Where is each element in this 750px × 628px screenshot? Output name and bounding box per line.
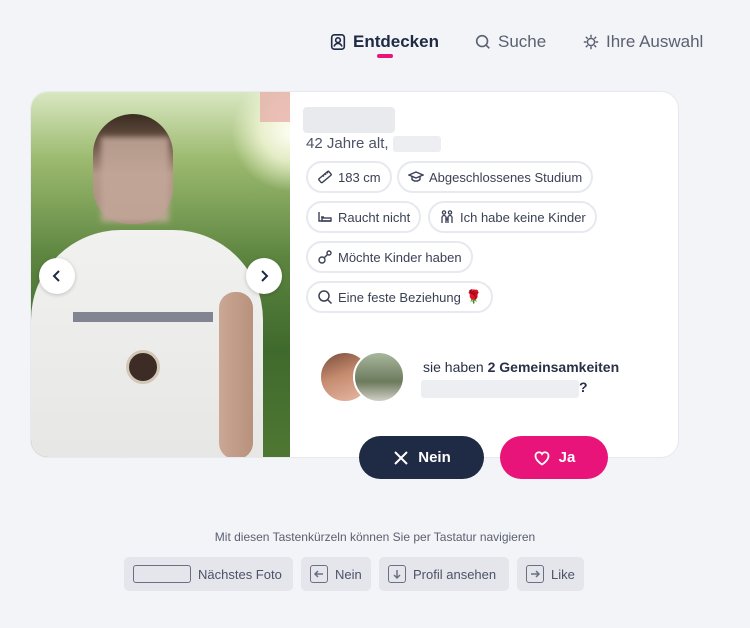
previous-photo-button[interactable]	[39, 258, 75, 294]
tag-height: 183 cm	[306, 161, 392, 193]
shortcut-like: Like	[517, 557, 584, 591]
tab-search[interactable]: Suche	[474, 30, 546, 54]
pacifier-icon	[318, 250, 332, 264]
search-icon	[475, 34, 490, 49]
ruler-icon	[318, 170, 332, 184]
close-icon	[394, 450, 408, 465]
top-nav: Entdecken Suche Ihre Auswahl	[0, 30, 750, 70]
chevron-left-icon	[52, 270, 60, 282]
profile-card: 42 Jahre alt, 183 cm Abgeschlossenes Stu…	[30, 91, 679, 458]
name-redacted	[303, 107, 395, 133]
tag-children: Ich habe keine Kinder	[428, 201, 597, 233]
arrow-down-key-icon	[388, 565, 406, 583]
chevron-right-icon	[261, 270, 269, 282]
no-smoking-icon	[318, 212, 332, 222]
tab-search-label: Suche	[498, 32, 547, 51]
tag-education: Abgeschlossenes Studium	[397, 161, 594, 193]
profile-age: 42 Jahre alt,	[306, 135, 441, 152]
shortcut-no: Nein	[301, 557, 371, 591]
shortcut-view-profile: Profil ansehen	[379, 557, 509, 591]
tab-discover[interactable]: Entdecken	[329, 30, 439, 54]
profile-info: 42 Jahre alt, 183 cm Abgeschlossenes Stu…	[303, 92, 673, 457]
tab-selection[interactable]: Ihre Auswahl	[582, 30, 703, 54]
shortcut-hint: Mit diesen Tastenkürzeln können Sie per …	[214, 530, 536, 544]
tag-relationship: Eine feste Beziehung 🌹	[306, 281, 494, 313]
active-tab-indicator	[377, 54, 393, 58]
profile-photo[interactable]	[31, 92, 290, 457]
tab-discover-label: Entdecken	[353, 32, 439, 51]
location-redacted	[392, 135, 441, 152]
space-key-icon	[133, 565, 191, 583]
commonalities-section[interactable]: sie haben 2 Gemeinsamkeiten ?	[319, 351, 669, 405]
rose-icon: 🌹	[465, 289, 483, 304]
arrow-left-key-icon	[310, 565, 328, 583]
family-icon	[441, 210, 453, 223]
search-icon	[318, 290, 333, 305]
name-redacted	[421, 380, 579, 398]
user-card-icon	[330, 33, 346, 51]
yes-button[interactable]: Ja	[500, 436, 608, 479]
arrow-right-key-icon	[526, 565, 544, 583]
sparkle-icon	[583, 34, 599, 50]
graduation-cap-icon	[408, 171, 424, 182]
face-blur	[101, 137, 169, 222]
avatar-match	[353, 351, 405, 403]
heart-icon	[534, 450, 550, 466]
tab-selection-label: Ihre Auswahl	[606, 32, 704, 51]
next-photo-button[interactable]	[246, 258, 282, 294]
tag-wants-children: Möchte Kinder haben	[306, 241, 473, 273]
tag-smoking: Raucht nicht	[306, 201, 422, 233]
no-button[interactable]: Nein	[359, 436, 484, 479]
shortcut-next-photo: Nächstes Foto	[124, 557, 293, 591]
commonalities-text: sie haben 2 Gemeinsamkeiten	[423, 359, 620, 375]
